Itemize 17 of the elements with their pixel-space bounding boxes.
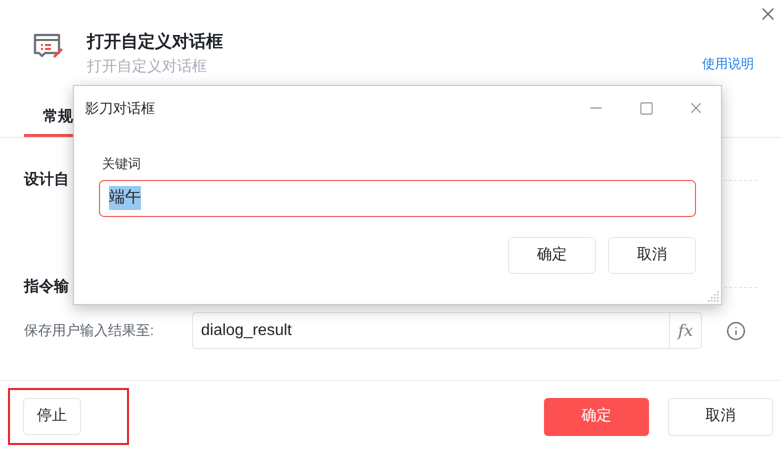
cancel-button[interactable]: 取消 (668, 398, 773, 436)
keyword-field[interactable]: 端午 (99, 180, 696, 216)
confirm-button[interactable]: 确定 (508, 236, 596, 274)
variable-field[interactable]: dialog_result fx (192, 312, 702, 349)
stop-button[interactable]: 停止 (23, 398, 81, 435)
field-label: 关键词 (102, 155, 142, 173)
field-value: 端午 (109, 186, 141, 210)
formula-button[interactable]: fx (669, 313, 701, 348)
panel-subtitle: 打开自定义对话框 (87, 57, 208, 77)
panel-title: 打开自定义对话框 (87, 31, 223, 53)
cancel-button[interactable]: 取消 (608, 236, 696, 274)
section-title: 设计自 (24, 170, 69, 190)
field-label: 保存用户输入结果至: (24, 321, 155, 340)
info-icon[interactable] (726, 320, 746, 340)
resize-grip-icon (706, 289, 719, 302)
help-link[interactable]: 使用说明 (702, 54, 754, 74)
section-title: 指令输 (24, 276, 69, 297)
